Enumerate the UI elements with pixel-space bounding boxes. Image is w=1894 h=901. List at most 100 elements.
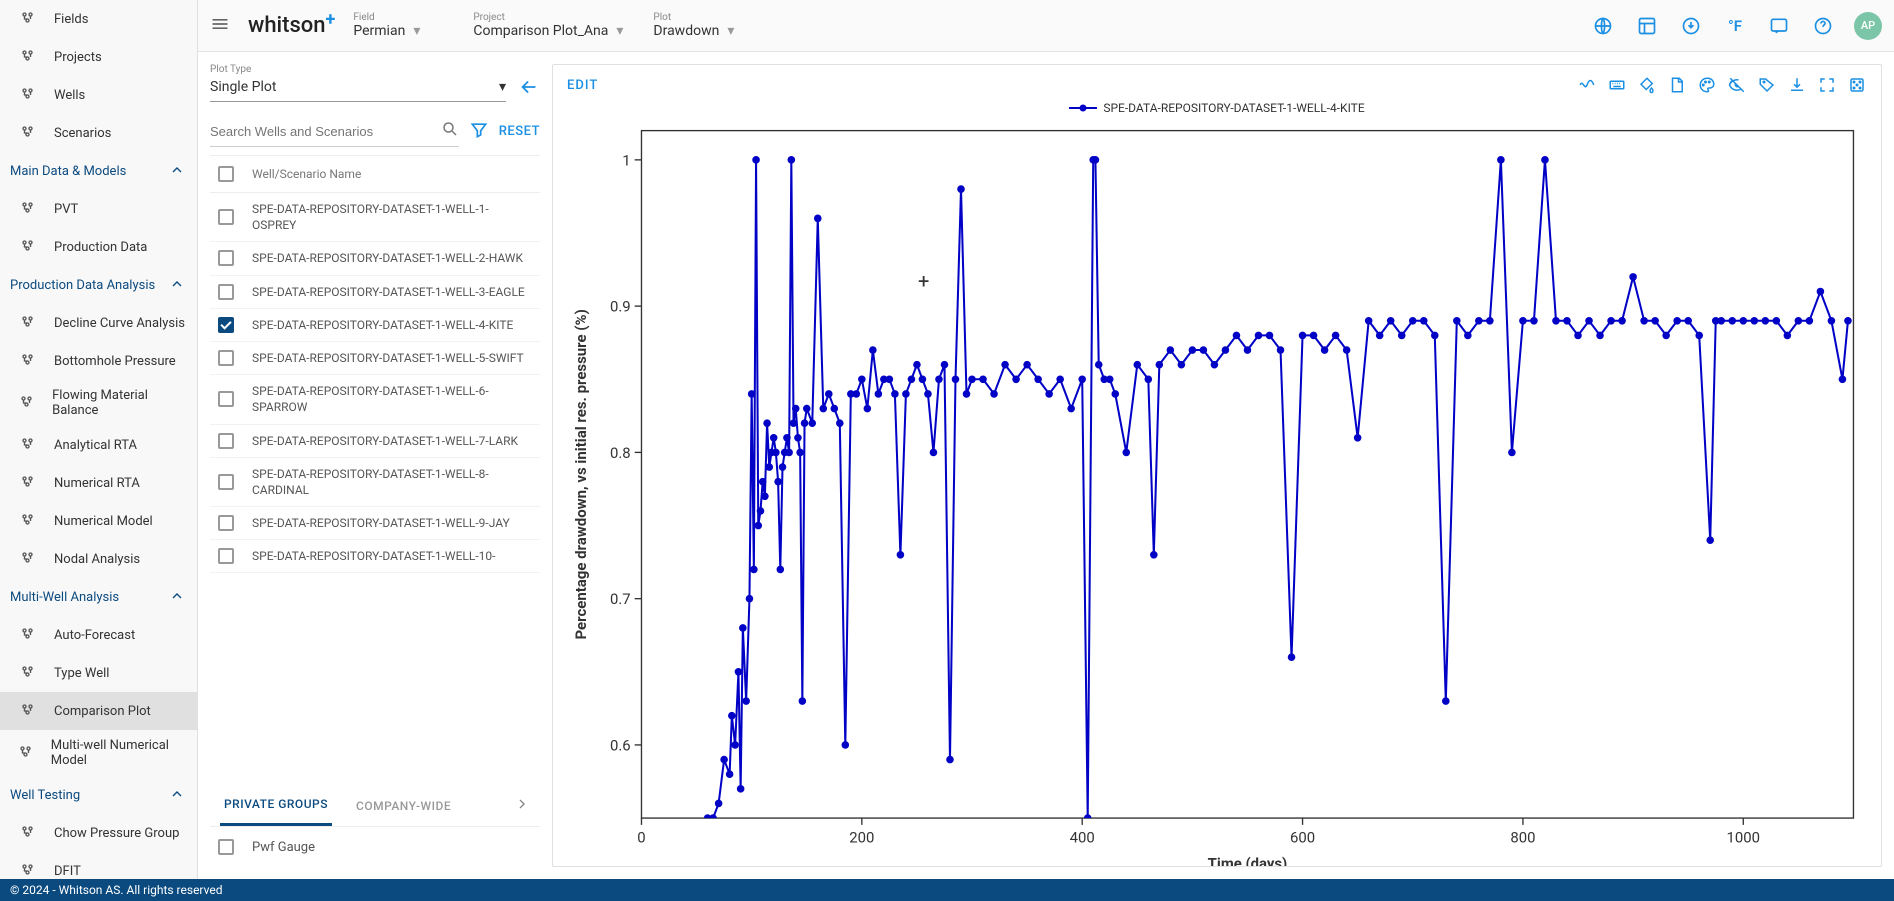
globe-icon[interactable] <box>1590 13 1616 39</box>
random-tool-icon[interactable] <box>1847 75 1867 95</box>
note-tool-icon[interactable] <box>1667 75 1687 95</box>
filter-icon[interactable] <box>469 120 489 144</box>
nav-item-numerical-rta[interactable]: Numerical RTA <box>0 464 197 502</box>
flask-icon <box>18 198 40 220</box>
well-row[interactable]: SPE-DATA-REPOSITORY-DATASET-1-WELL-2-HAW… <box>210 242 540 275</box>
well-row[interactable]: SPE-DATA-REPOSITORY-DATASET-1-WELL-5-SWI… <box>210 342 540 375</box>
reset-button[interactable]: RESET <box>499 124 540 139</box>
dashboard-icon[interactable] <box>1634 13 1660 39</box>
nav-label: Nodal Analysis <box>54 552 140 567</box>
nav-item-nodal-analysis[interactable]: Nodal Analysis <box>0 540 197 578</box>
tabs-next-icon[interactable] <box>514 796 530 816</box>
download-icon[interactable] <box>1678 13 1704 39</box>
well-row[interactable]: SPE-DATA-REPOSITORY-DATASET-1-WELL-9-JAY <box>210 507 540 540</box>
plot-type-select[interactable]: Plot Type Single Plot ▾ <box>210 64 506 102</box>
hide-tool-icon[interactable] <box>1727 75 1747 95</box>
well-name: SPE-DATA-REPOSITORY-DATASET-1-WELL-2-HAW… <box>252 250 532 266</box>
nav-item-dfit[interactable]: DFIT <box>0 852 197 879</box>
group-checkbox[interactable] <box>218 839 234 855</box>
nav-item-numerical-model[interactable]: Numerical Model <box>0 502 197 540</box>
nav-label: Bottomhole Pressure <box>54 354 176 369</box>
nav-item-comparison-plot[interactable]: Comparison Plot <box>0 692 197 730</box>
well-search-input[interactable] <box>210 116 459 147</box>
nav-group-main-data-models[interactable]: Main Data & Models <box>0 152 197 190</box>
well-selection-panel: Plot Type Single Plot ▾ <box>210 64 540 867</box>
tab-private-groups[interactable]: PRIVATE GROUPS <box>220 785 332 826</box>
group-item-label: Pwf Gauge <box>252 840 315 855</box>
well-row[interactable]: SPE-DATA-REPOSITORY-DATASET-1-WELL-4-KIT… <box>210 309 540 342</box>
nav-item-multi-well-numerical-model[interactable]: Multi-well Numerical Model <box>0 730 197 776</box>
nav-item-chow-pressure-group[interactable]: Chow Pressure Group <box>0 814 197 852</box>
nav-label: Auto-Forecast <box>54 628 135 643</box>
nav-group-well-testing[interactable]: Well Testing <box>0 776 197 814</box>
edit-chart-button[interactable]: EDIT <box>567 78 598 93</box>
legend-label: SPE-DATA-REPOSITORY-DATASET-1-WELL-4-KIT… <box>1103 101 1364 115</box>
well-row[interactable]: SPE-DATA-REPOSITORY-DATASET-1-WELL-8-CAR… <box>210 458 540 507</box>
nav-item-pvt[interactable]: PVT <box>0 190 197 228</box>
select-all-checkbox[interactable] <box>218 166 234 182</box>
breadcrumb-field[interactable]: FieldPermian▾ <box>353 12 443 39</box>
breadcrumb-plot[interactable]: PlotDrawdown▾ <box>653 12 743 39</box>
nav-label: PVT <box>54 202 78 217</box>
well-checkbox[interactable] <box>218 433 234 449</box>
export-tool-icon[interactable] <box>1787 75 1807 95</box>
nav-projects[interactable]: Projects <box>0 38 197 76</box>
nav-label: DFIT <box>54 864 81 879</box>
nav-wells[interactable]: Wells <box>0 76 197 114</box>
nav-item-auto-forecast[interactable]: Auto-Forecast <box>0 616 197 654</box>
nav-group-production-data-analysis[interactable]: Production Data Analysis <box>0 266 197 304</box>
nav-group-multi-well-analysis[interactable]: Multi-Well Analysis <box>0 578 197 616</box>
trend-icon <box>18 236 40 258</box>
well-checkbox[interactable] <box>218 350 234 366</box>
fill-tool-icon[interactable] <box>1637 75 1657 95</box>
nav-item-bottomhole-pressure[interactable]: Bottomhole Pressure <box>0 342 197 380</box>
breadcrumb-value: Drawdown <box>653 23 719 39</box>
plot-type-label: Plot Type <box>210 64 506 75</box>
temperature-unit-toggle[interactable]: °F <box>1722 13 1748 39</box>
legend-marker-icon <box>1069 107 1097 109</box>
well-row[interactable]: SPE-DATA-REPOSITORY-DATASET-1-WELL-1-OSP… <box>210 193 540 242</box>
chart-plot-area[interactable]: 020040060080010000.60.70.80.91Time (days… <box>567 117 1867 867</box>
search-icon <box>441 120 459 142</box>
nav-item-analytical-rta[interactable]: Analytical RTA <box>0 426 197 464</box>
well-row[interactable]: SPE-DATA-REPOSITORY-DATASET-1-WELL-7-LAR… <box>210 425 540 458</box>
well-row[interactable]: SPE-DATA-REPOSITORY-DATASET-1-WELL-6-SPA… <box>210 375 540 424</box>
nav-item-type-well[interactable]: Type Well <box>0 654 197 692</box>
nav-fields[interactable]: Fields <box>0 0 197 38</box>
feedback-icon[interactable] <box>1766 13 1792 39</box>
well-checkbox[interactable] <box>218 474 234 490</box>
well-row[interactable]: SPE-DATA-REPOSITORY-DATASET-1-WELL-10- <box>210 540 540 573</box>
svg-text:0.8: 0.8 <box>610 444 631 462</box>
well-checkbox[interactable] <box>218 391 234 407</box>
collapse-panel-icon[interactable] <box>518 76 540 102</box>
help-icon[interactable] <box>1810 13 1836 39</box>
user-avatar[interactable]: AP <box>1854 12 1882 40</box>
well-name: SPE-DATA-REPOSITORY-DATASET-1-WELL-8-CAR… <box>252 466 532 498</box>
nav-item-flowing-material-balance[interactable]: Flowing Material Balance <box>0 380 197 426</box>
well-checkbox[interactable] <box>218 515 234 531</box>
tag-tool-icon[interactable] <box>1757 75 1777 95</box>
nav-label: Type Well <box>54 666 109 681</box>
chevron-up-icon <box>169 276 187 294</box>
well-checkbox[interactable] <box>218 250 234 266</box>
nav-item-production-data[interactable]: Production Data <box>0 228 197 266</box>
breadcrumb-project[interactable]: ProjectComparison Plot_Ana▾ <box>473 12 623 39</box>
keyboard-tool-icon[interactable] <box>1607 75 1627 95</box>
fullscreen-tool-icon[interactable] <box>1817 75 1837 95</box>
wave-tool-icon[interactable] <box>1577 75 1597 95</box>
plot-type-value: Single Plot <box>210 79 276 95</box>
palette-tool-icon[interactable] <box>1697 75 1717 95</box>
curve-icon <box>18 548 40 570</box>
nav-label: Decline Curve Analysis <box>54 316 185 331</box>
nav-item-decline-curve-analysis[interactable]: Decline Curve Analysis <box>0 304 197 342</box>
tree-icon <box>18 122 40 144</box>
menu-toggle-icon[interactable] <box>210 14 230 38</box>
well-row[interactable]: SPE-DATA-REPOSITORY-DATASET-1-WELL-3-EAG… <box>210 276 540 309</box>
well-checkbox[interactable] <box>218 209 234 225</box>
well-checkbox[interactable] <box>218 284 234 300</box>
well-checkbox[interactable] <box>218 317 234 333</box>
tab-company-wide[interactable]: COMPANY-WIDE <box>352 787 455 825</box>
nav-scenarios[interactable]: Scenarios <box>0 114 197 152</box>
well-checkbox[interactable] <box>218 548 234 564</box>
well-name: SPE-DATA-REPOSITORY-DATASET-1-WELL-1-OSP… <box>252 201 532 233</box>
